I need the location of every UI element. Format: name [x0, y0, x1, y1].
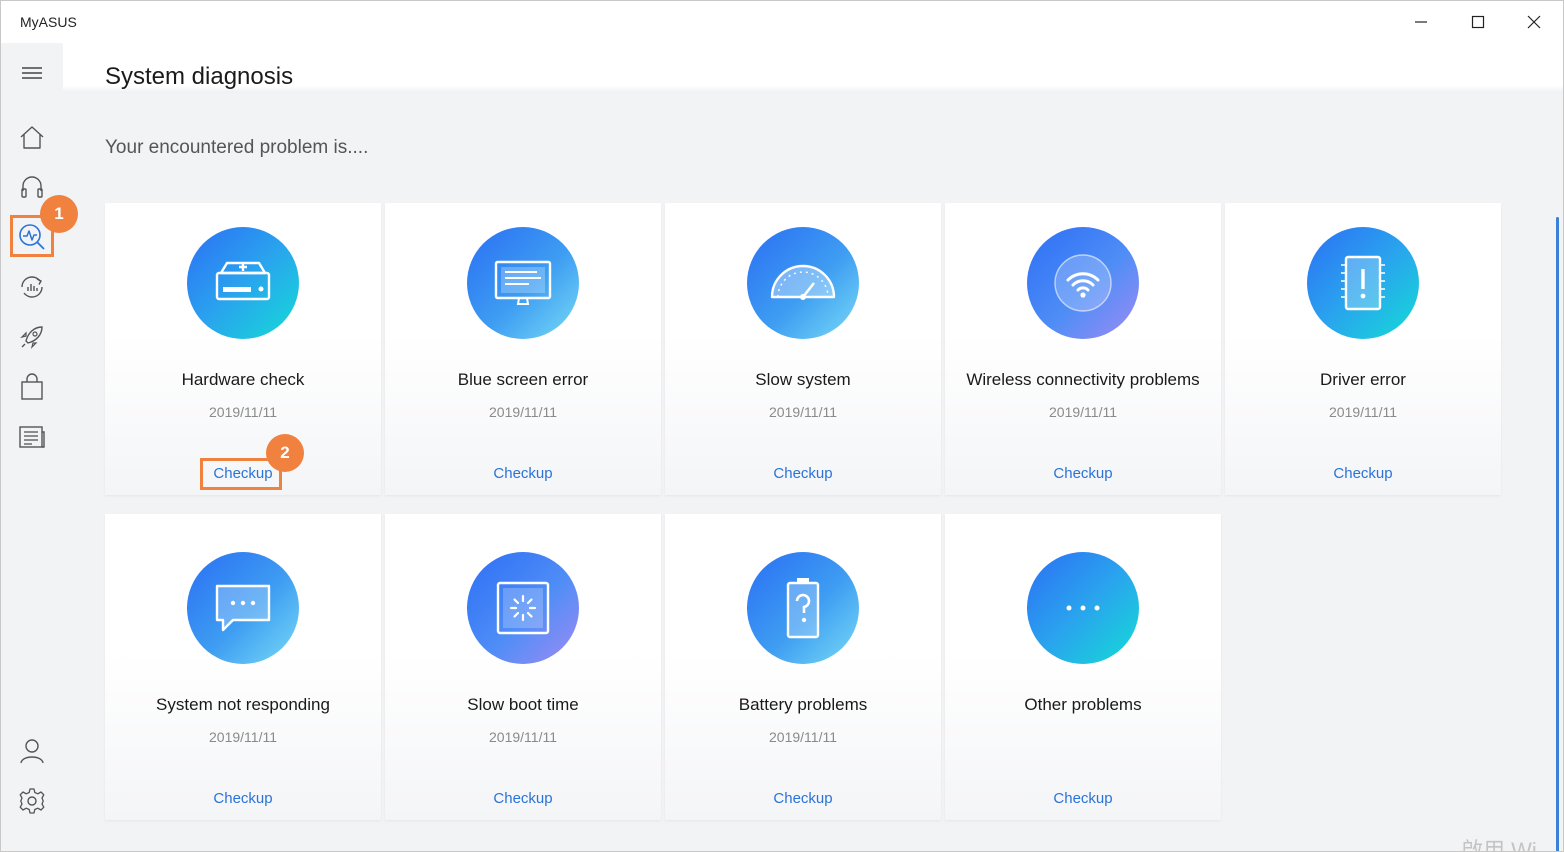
monitor-icon	[467, 227, 579, 339]
checkup-link[interactable]: Checkup	[385, 790, 661, 807]
battery-icon	[747, 552, 859, 664]
card-title: Slow system	[755, 370, 851, 389]
wifi-icon	[1027, 227, 1139, 339]
card-date: 2019/11/11	[489, 404, 557, 420]
sidebar-item-speed[interactable]	[11, 317, 53, 357]
vertical-scrollbar[interactable]	[1556, 217, 1559, 851]
page-subtitle: Your encountered problem is....	[105, 137, 369, 158]
maximize-icon	[1471, 15, 1485, 29]
close-icon	[1527, 15, 1541, 29]
hamburger-menu-button[interactable]	[11, 53, 53, 93]
card-hardware-check[interactable]: Hardware check 2019/11/11 Checkup	[105, 203, 381, 495]
card-title: Wireless connectivity problems	[966, 370, 1200, 389]
card-date: 2019/11/11	[489, 729, 557, 745]
user-icon	[20, 739, 44, 764]
hamburger-icon	[22, 67, 42, 79]
card-title: Blue screen error	[457, 370, 589, 389]
myasus-window: MyASUS System diagnosis Your encountered…	[0, 0, 1564, 852]
sidebar-item-store[interactable]	[11, 367, 53, 407]
card-title: System not responding	[156, 695, 330, 714]
more-dots-icon	[1027, 552, 1139, 664]
checkup-link[interactable]: Checkup	[385, 465, 661, 482]
card-date: 2019/11/11	[769, 729, 837, 745]
title-bar: MyASUS	[1, 1, 1563, 43]
shopping-bag-icon	[21, 373, 43, 400]
checkup-link[interactable]: Checkup	[105, 790, 381, 807]
sidebar-item-optimization[interactable]	[11, 267, 53, 307]
step-badge-2: 2	[266, 434, 304, 472]
sidebar	[1, 43, 63, 851]
card-slow-system[interactable]: Slow system 2019/11/11 Checkup	[665, 203, 941, 495]
headset-icon	[21, 176, 43, 198]
sidebar-item-account[interactable]	[11, 731, 53, 771]
card-battery-problems[interactable]: Battery problems 2019/11/11 Checkup	[665, 514, 941, 820]
card-blue-screen-error[interactable]: Blue screen error 2019/11/11 Checkup	[385, 203, 661, 495]
card-title: Hardware check	[181, 370, 305, 389]
card-date: 2019/11/11	[1329, 404, 1397, 420]
card-system-not-responding[interactable]: System not responding 2019/11/11 Checkup	[105, 514, 381, 820]
sidebar-item-news[interactable]	[11, 417, 53, 457]
minimize-button[interactable]	[1403, 9, 1439, 35]
chat-bubble-icon	[187, 552, 299, 664]
sidebar-item-settings[interactable]	[11, 781, 53, 821]
card-title: Driver error	[1320, 370, 1406, 389]
card-date: 2019/11/11	[769, 404, 837, 420]
close-button[interactable]	[1516, 9, 1552, 35]
rocket-icon	[20, 326, 43, 349]
hard-drive-icon	[187, 227, 299, 339]
driver-chip-icon	[1307, 227, 1419, 339]
app-title: MyASUS	[20, 14, 77, 30]
card-slow-boot-time[interactable]: Slow boot time 2019/11/11 Checkup	[385, 514, 661, 820]
minimize-icon	[1415, 21, 1427, 23]
card-date: 2019/11/11	[209, 404, 277, 420]
card-title: Other problems	[1024, 695, 1142, 714]
loading-screen-icon	[467, 552, 579, 664]
maximize-button[interactable]	[1460, 9, 1496, 35]
diagnosis-icon	[19, 224, 45, 250]
card-title: Battery problems	[738, 695, 868, 714]
card-date: 2019/11/11	[1049, 404, 1117, 420]
card-driver-error[interactable]: Driver error 2019/11/11 Checkup	[1225, 203, 1501, 495]
checkup-link[interactable]: Checkup	[665, 465, 941, 482]
gear-icon	[19, 788, 45, 814]
card-date: 2019/11/11	[209, 729, 277, 745]
system-optimization-icon	[21, 276, 43, 298]
card-other-problems[interactable]: Other problems Checkup	[945, 514, 1221, 820]
checkup-link[interactable]: Checkup	[665, 790, 941, 807]
page-title: System diagnosis	[105, 63, 294, 90]
checkup-link[interactable]: Checkup	[105, 465, 381, 482]
checkup-link[interactable]: Checkup	[945, 790, 1221, 807]
speedometer-icon	[747, 227, 859, 339]
news-icon	[19, 426, 45, 448]
home-icon	[20, 126, 44, 149]
step-badge-1: 1	[40, 195, 78, 233]
sidebar-item-home[interactable]	[11, 117, 53, 157]
checkup-link[interactable]: Checkup	[945, 465, 1221, 482]
card-wireless-connectivity[interactable]: Wireless connectivity problems 2019/11/1…	[945, 203, 1221, 495]
checkup-link[interactable]: Checkup	[1225, 465, 1501, 482]
card-title: Slow boot time	[467, 695, 579, 714]
activation-watermark: 啟用 Wi	[1461, 838, 1537, 852]
